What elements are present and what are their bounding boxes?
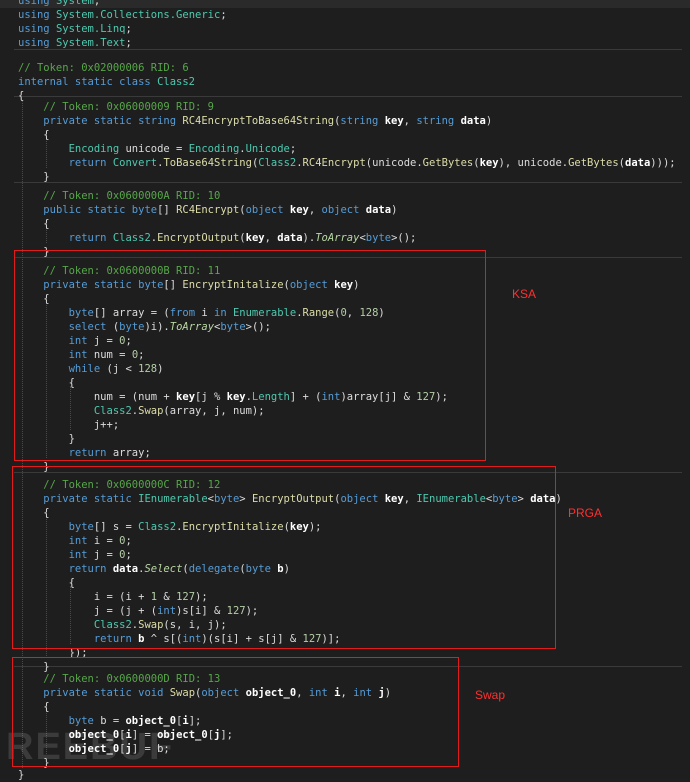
code-token: Encoding [188, 143, 240, 155]
code-line: { [0, 217, 690, 231]
code-token: using [18, 9, 56, 21]
code-line: { [0, 128, 690, 142]
code-token: Class2 [258, 157, 297, 169]
code-token: , [403, 115, 417, 127]
code-line: Encoding unicode = Encoding.Unicode; [0, 142, 690, 156]
code-token: RC4EncryptToBase64String [182, 115, 335, 127]
code-token: ). [302, 232, 316, 244]
prga-highlight-box [12, 466, 556, 649]
code-line: using System; [0, 0, 690, 8]
code-token: ))); [650, 157, 676, 169]
code-token: private static string [43, 115, 183, 127]
code-token: RC4Encrypt [176, 204, 240, 216]
code-token: using [18, 37, 56, 49]
code-token: ; [125, 23, 132, 35]
code-token: using [18, 0, 56, 7]
code-line: using System.Linq; [0, 22, 690, 36]
code-line: public static byte[] RC4Encrypt(object k… [0, 203, 690, 217]
code-token: GetBytes [568, 157, 619, 169]
code-token: Encoding [68, 143, 120, 155]
code-token: RC4Encrypt [302, 157, 366, 169]
code-line: // Token: 0x0600000A RID: 10 [0, 189, 690, 203]
code-token: } [18, 171, 50, 183]
prga-label: PRGA [568, 506, 603, 520]
code-line: return Convert.ToBase64String(Class2.RC4… [0, 156, 690, 170]
code-token: string [416, 115, 461, 127]
code-token: data [460, 115, 486, 127]
code-token: byte [365, 232, 392, 244]
code-token: ), unicode. [498, 157, 569, 169]
ksa-highlight-box [14, 250, 486, 461]
code-token: key [289, 204, 309, 216]
code-token: // Token: 0x0600000A RID: 10 [43, 190, 221, 202]
code-token: System.Collections.Generic [55, 9, 221, 21]
code-token: GetBytes [422, 157, 474, 169]
code-token: ; [220, 9, 227, 21]
ksa-label: KSA [512, 287, 537, 301]
code-token: Class2 [112, 232, 151, 244]
code-token: (unicode. [365, 157, 423, 169]
code-token: } [18, 769, 25, 781]
code-token: Class2 [157, 76, 196, 88]
code-token: Unicode [245, 143, 290, 155]
code-line: } [0, 170, 690, 184]
code-token: { [18, 129, 50, 141]
code-token: // Token: 0x06000009 RID: 9 [43, 101, 214, 113]
code-token: data [277, 232, 303, 244]
code-token: , [308, 204, 322, 216]
code-token: unicode = [119, 143, 189, 155]
code-token: ; [93, 0, 101, 7]
code-line: return Class2.EncryptOutput(key, data).T… [0, 231, 690, 245]
code-line: using System.Text; [0, 36, 690, 50]
code-token: key [245, 232, 265, 244]
code-line: internal static class Class2 [0, 75, 690, 89]
swap-label: Swap [475, 688, 506, 702]
code-token: data [625, 157, 651, 169]
code-token: ToBase64String [163, 157, 252, 169]
code-token: object [245, 204, 290, 216]
code-token: // Token: 0x02000006 RID: 6 [18, 62, 189, 74]
code-token: key [479, 157, 499, 169]
code-token: ; [125, 37, 132, 49]
code-token: System.Text [55, 37, 126, 49]
swap-highlight-box [12, 657, 459, 767]
code-line: using System.Collections.Generic; [0, 8, 690, 22]
code-token: using [18, 23, 56, 35]
code-line: private static string RC4EncryptToBase64… [0, 114, 690, 128]
code-token: key [384, 115, 404, 127]
code-token: >(); [391, 232, 417, 244]
code-token: , [264, 232, 278, 244]
code-token: System.Linq [55, 23, 126, 35]
code-token: return [68, 232, 113, 244]
code-token: EncryptOutput [157, 232, 240, 244]
code-token: string [340, 115, 385, 127]
code-token: ) [555, 493, 562, 505]
code-token: object [321, 204, 366, 216]
code-token: { [18, 218, 50, 230]
code-token: Convert [112, 157, 158, 169]
code-line: // Token: 0x06000009 RID: 9 [0, 100, 690, 114]
code-token: data [365, 204, 392, 216]
code-token: ) [391, 204, 398, 216]
code-token: ; [289, 143, 297, 155]
code-token: internal static class [18, 76, 158, 88]
code-line: } [0, 768, 690, 782]
code-token: [] [157, 204, 177, 216]
code-token: ) [485, 115, 493, 127]
code-token: System [55, 0, 94, 7]
code-line: // Token: 0x02000006 RID: 6 [0, 61, 690, 75]
code-token: ToArray [315, 232, 360, 244]
code-token: return [68, 157, 113, 169]
code-token: public static byte [43, 204, 158, 216]
